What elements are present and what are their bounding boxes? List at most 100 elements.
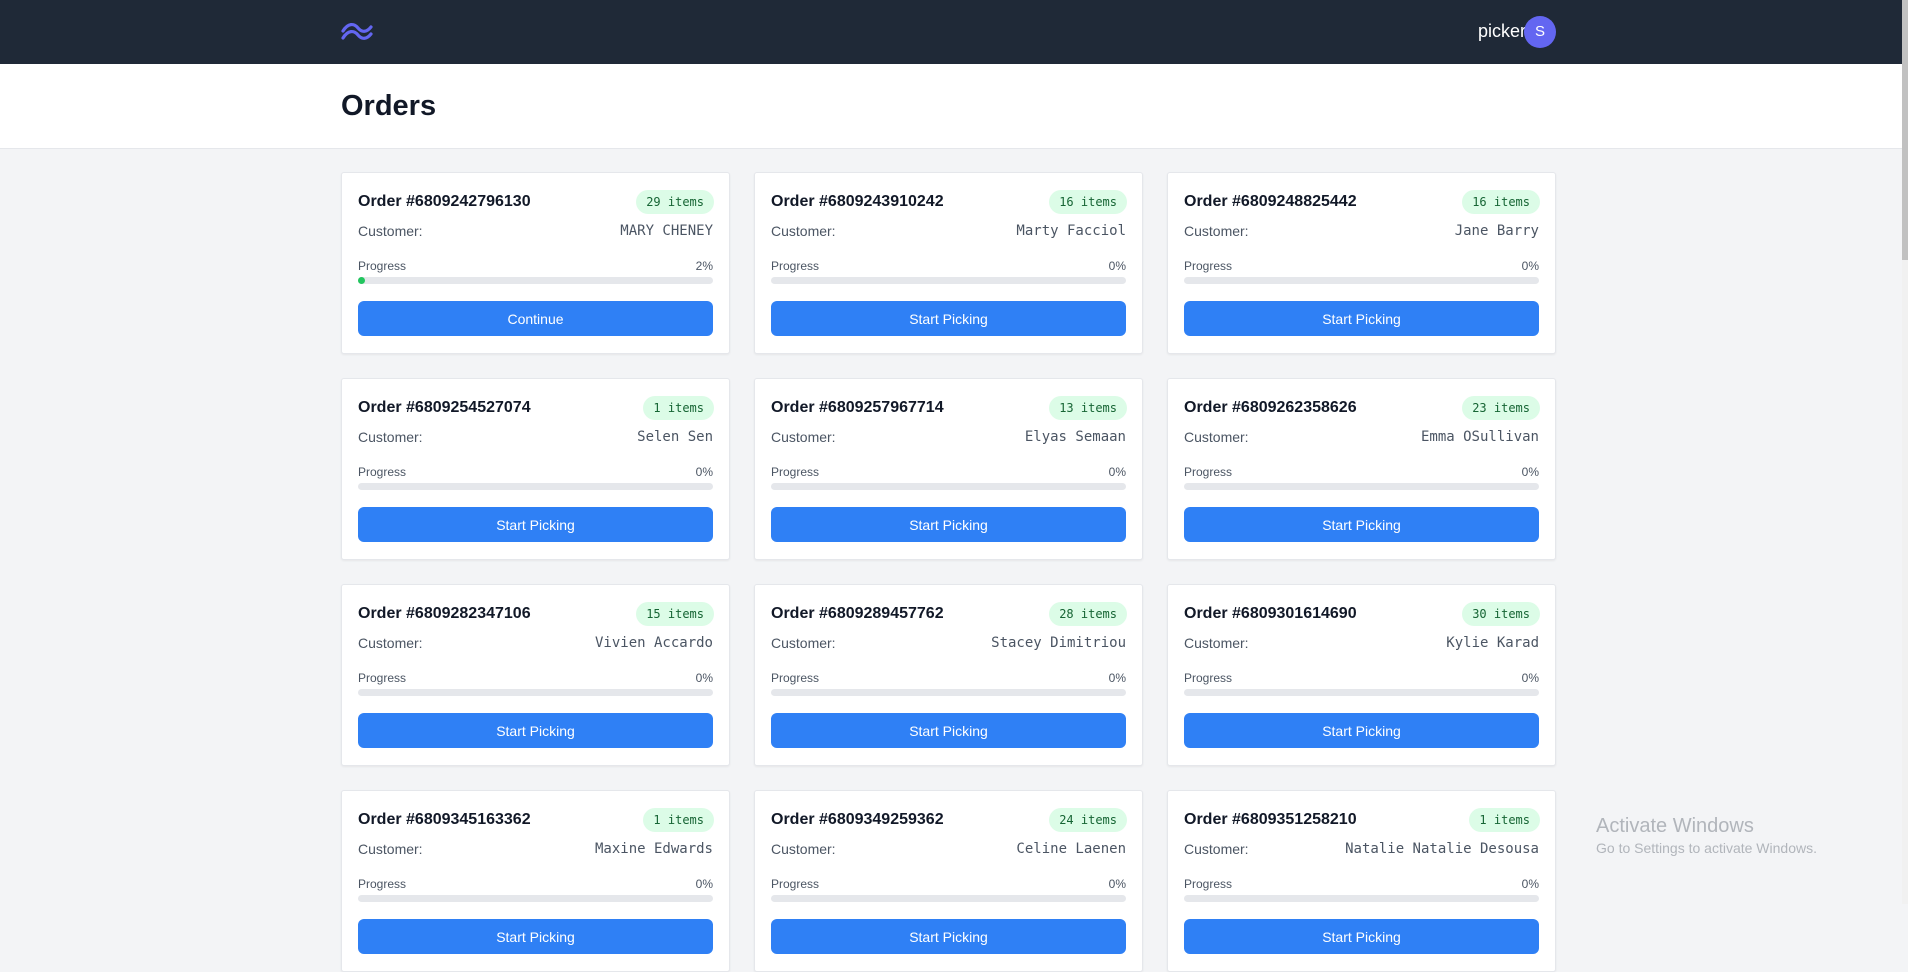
customer-label: Customer: <box>1184 223 1249 239</box>
app-logo-icon[interactable] <box>340 20 374 44</box>
start-picking-button[interactable]: Start Picking <box>358 919 713 954</box>
progress-percent: 0% <box>1108 465 1126 479</box>
items-count-badge: 1 items <box>643 808 714 832</box>
order-title: Order #6809345163362 <box>358 811 531 828</box>
order-card: Order #6809262358626 23 items Customer: … <box>1167 378 1556 560</box>
progress-percent: 0% <box>1108 877 1126 891</box>
items-count-badge: 24 items <box>1049 808 1127 832</box>
progress-bar <box>358 895 713 902</box>
windows-activation-watermark: Activate Windows Go to Settings to activ… <box>1596 815 1817 856</box>
start-picking-button[interactable]: Start Picking <box>771 713 1126 748</box>
order-title: Order #6809242796130 <box>358 193 531 210</box>
items-count-badge: 16 items <box>1462 190 1540 214</box>
progress-label: Progress <box>358 465 407 479</box>
start-picking-button[interactable]: Start Picking <box>358 713 713 748</box>
progress-percent: 0% <box>695 671 713 685</box>
progress-percent: 0% <box>1108 259 1126 273</box>
items-count-badge: 23 items <box>1462 396 1540 420</box>
progress-label: Progress <box>771 671 820 685</box>
top-navbar: picker S <box>0 0 1902 64</box>
progress-label: Progress <box>358 877 407 891</box>
customer-label: Customer: <box>771 841 836 857</box>
order-title: Order #6809349259362 <box>771 811 944 828</box>
items-count-badge: 28 items <box>1049 602 1127 626</box>
order-card: Order #6809254527074 1 items Customer: S… <box>341 378 730 560</box>
progress-label: Progress <box>1184 465 1233 479</box>
customer-label: Customer: <box>771 635 836 651</box>
progress-bar <box>358 689 713 696</box>
progress-bar <box>1184 895 1539 902</box>
progress-percent: 0% <box>1521 671 1539 685</box>
start-picking-button[interactable]: Start Picking <box>771 919 1126 954</box>
start-picking-button[interactable]: Start Picking <box>771 507 1126 542</box>
order-title: Order #6809289457762 <box>771 605 944 622</box>
items-count-badge: 16 items <box>1049 190 1127 214</box>
watermark-title: Activate Windows <box>1596 815 1754 837</box>
order-card: Order #6809345163362 1 items Customer: M… <box>341 790 730 972</box>
customer-name: Maxine Edwards <box>594 841 713 857</box>
progress-bar <box>771 689 1126 696</box>
progress-label: Progress <box>358 259 407 273</box>
watermark-subtitle: Go to Settings to activate Windows. <box>1596 840 1817 856</box>
progress-percent: 0% <box>1521 877 1539 891</box>
customer-name: Natalie Natalie Desousa <box>1345 841 1539 857</box>
progress-percent: 0% <box>695 465 713 479</box>
order-title: Order #6809243910242 <box>771 193 944 210</box>
customer-name: Selen Sen <box>637 429 713 445</box>
order-title: Order #6809301614690 <box>1184 605 1357 622</box>
order-title: Order #6809351258210 <box>1184 811 1357 828</box>
items-count-badge: 1 items <box>643 396 714 420</box>
customer-name: Kylie Karad <box>1446 635 1539 651</box>
customer-label: Customer: <box>1184 635 1249 651</box>
progress-bar <box>1184 689 1539 696</box>
start-picking-button[interactable]: Start Picking <box>1184 713 1539 748</box>
scrollbar-thumb[interactable] <box>1902 0 1908 260</box>
customer-label: Customer: <box>358 635 423 651</box>
start-picking-button[interactable]: Start Picking <box>1184 919 1539 954</box>
progress-label: Progress <box>1184 259 1233 273</box>
page-title: Orders <box>341 90 437 122</box>
order-title: Order #6809254527074 <box>358 399 531 416</box>
username-label: picker <box>1477 21 1526 41</box>
progress-label: Progress <box>771 259 820 273</box>
progress-label: Progress <box>358 671 407 685</box>
order-title: Order #6809262358626 <box>1184 399 1357 416</box>
page-scrollbar[interactable] <box>1902 0 1908 904</box>
order-card: Order #6809349259362 24 items Customer: … <box>754 790 1143 972</box>
customer-label: Customer: <box>1184 841 1249 857</box>
customer-name: Vivien Accardo <box>594 635 713 651</box>
start-picking-button[interactable]: Start Picking <box>1184 301 1539 336</box>
start-picking-button[interactable]: Start Picking <box>771 301 1126 336</box>
progress-bar <box>771 483 1126 490</box>
order-card: Order #6809248825442 16 items Customer: … <box>1167 172 1556 354</box>
order-card: Order #6809242796130 29 items Customer: … <box>341 172 730 354</box>
customer-name: Elyas Semaan <box>1024 429 1126 445</box>
order-card: Order #6809289457762 28 items Customer: … <box>754 584 1143 766</box>
progress-percent: 0% <box>695 877 713 891</box>
order-card: Order #6809282347106 15 items Customer: … <box>341 584 730 766</box>
items-count-badge: 30 items <box>1462 602 1540 626</box>
progress-bar <box>1184 483 1539 490</box>
continue-button[interactable]: Continue <box>358 301 713 336</box>
progress-percent: 0% <box>1521 465 1539 479</box>
progress-bar <box>1184 277 1539 284</box>
progress-percent: 2% <box>695 259 713 273</box>
customer-name: Marty Facciol <box>1016 223 1126 239</box>
order-title: Order #6809282347106 <box>358 605 531 622</box>
progress-label: Progress <box>771 877 820 891</box>
order-card: Order #6809351258210 1 items Customer: N… <box>1167 790 1556 972</box>
customer-label: Customer: <box>771 429 836 445</box>
items-count-badge: 15 items <box>636 602 714 626</box>
user-avatar[interactable]: S <box>1524 16 1556 48</box>
items-count-badge: 1 items <box>1469 808 1540 832</box>
progress-bar <box>358 277 713 284</box>
progress-label: Progress <box>1184 877 1233 891</box>
order-title: Order #6809257967714 <box>771 399 944 416</box>
progress-fill <box>358 277 366 284</box>
progress-label: Progress <box>1184 671 1233 685</box>
start-picking-button[interactable]: Start Picking <box>358 507 713 542</box>
items-count-badge: 13 items <box>1049 396 1127 420</box>
progress-bar <box>771 895 1126 902</box>
start-picking-button[interactable]: Start Picking <box>1184 507 1539 542</box>
customer-label: Customer: <box>358 223 423 239</box>
